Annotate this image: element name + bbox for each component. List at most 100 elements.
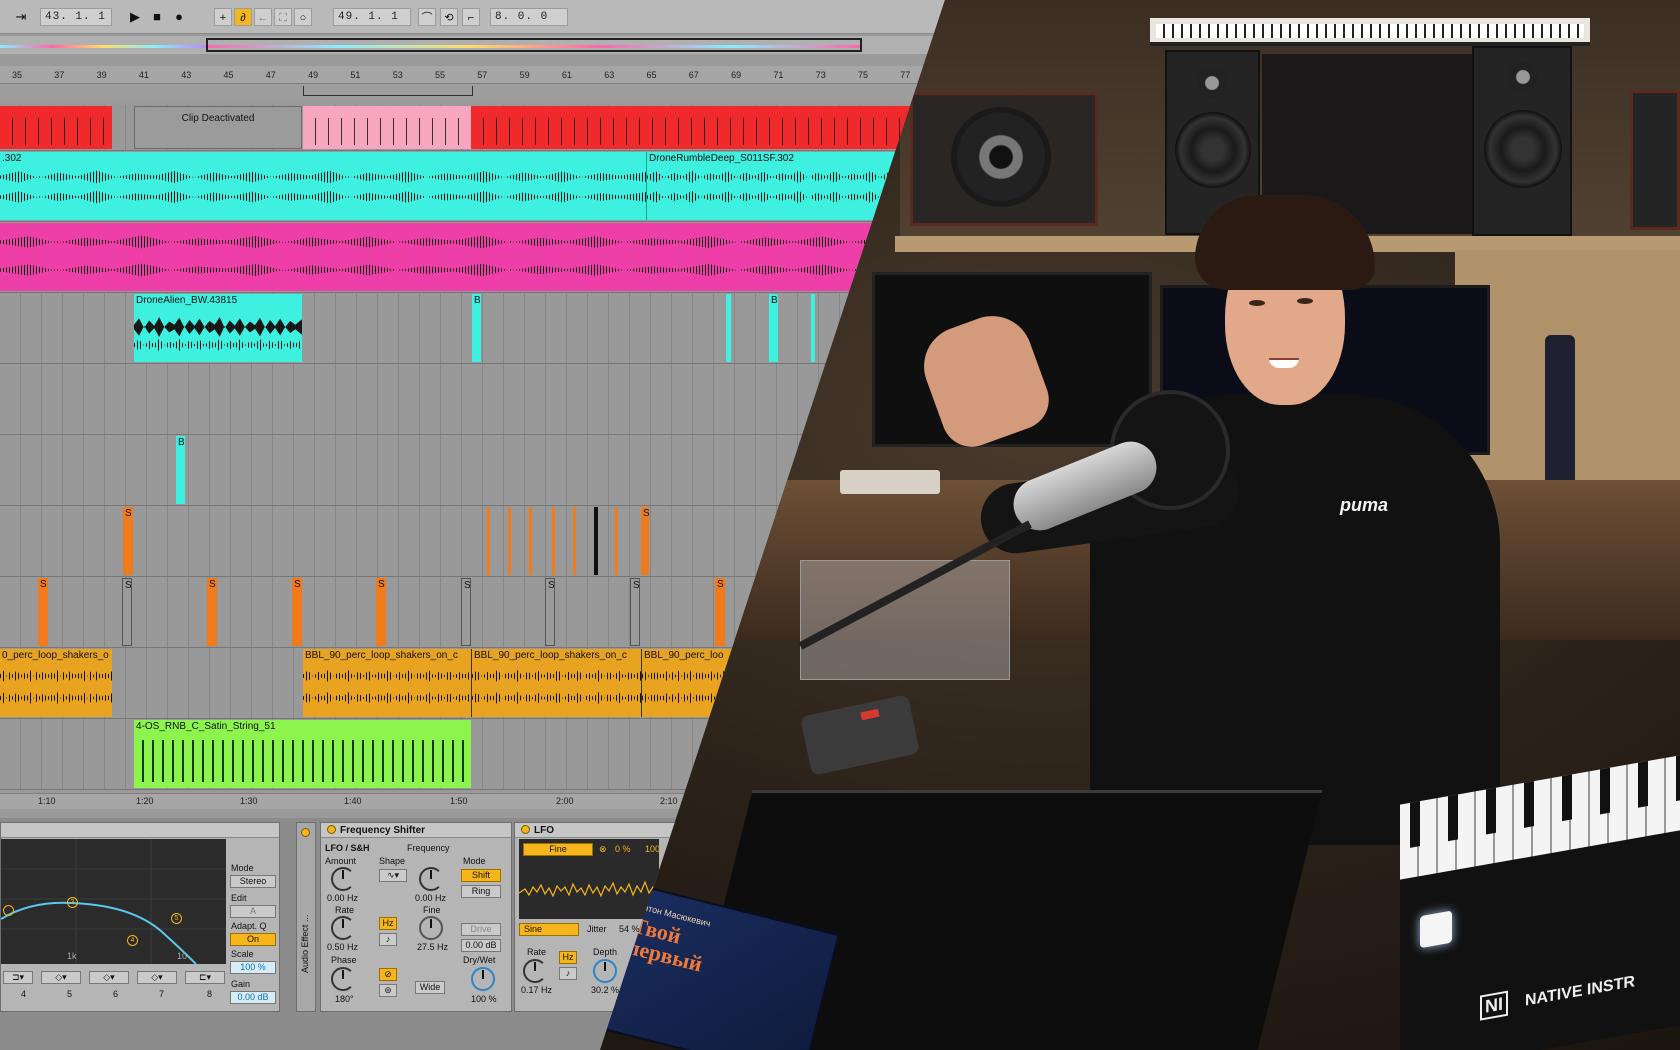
eq-band-dot[interactable]: 4 xyxy=(127,935,138,946)
audio-clip[interactable] xyxy=(529,507,532,575)
eq-display[interactable]: 3 4 5 1k 10 xyxy=(1,839,226,964)
beat-ruler[interactable]: 35 37 39 41 43 45 47 49 51 53 55 57 59 61 63 65 67 69 71 73… xyxy=(0,66,945,84)
audio-clip[interactable]: S xyxy=(123,507,133,575)
overview-strip[interactable] xyxy=(0,36,945,54)
audio-clip[interactable]: B xyxy=(472,294,481,362)
arrangement-position[interactable]: 43. 1. 1 xyxy=(40,8,112,26)
audio-clip[interactable]: B xyxy=(769,294,778,362)
amount-knob[interactable] xyxy=(331,867,355,891)
jitter-value[interactable]: 54 % xyxy=(619,924,640,934)
ruler-bar-number[interactable]: 73 xyxy=(816,70,826,80)
session-record-icon[interactable]: ○ xyxy=(294,8,312,26)
ruler-bar-number[interactable]: 47 xyxy=(266,70,276,80)
loop-switch-icon[interactable]: ⟲ xyxy=(440,8,458,26)
ruler-bar-number[interactable]: 69 xyxy=(731,70,741,80)
ruler-bar-number[interactable]: 45 xyxy=(224,70,234,80)
ruler-bar-number[interactable]: 51 xyxy=(350,70,360,80)
fine-knob[interactable] xyxy=(419,916,443,940)
midi-clip[interactable]: 4-OS_RNB_C_Satin_String_51 xyxy=(134,720,471,788)
ruler-bar-number[interactable]: 41 xyxy=(139,70,149,80)
band-number[interactable]: 8 xyxy=(207,989,212,999)
rack-power-icon[interactable] xyxy=(301,828,310,837)
ruler-bar-number[interactable]: 75 xyxy=(858,70,868,80)
shape-select[interactable]: ∿▾ xyxy=(379,869,407,882)
band-number[interactable]: 7 xyxy=(159,989,164,999)
spin-toggle[interactable]: ⊛ xyxy=(379,984,397,997)
drive-toggle[interactable]: Drive xyxy=(461,923,501,936)
play-icon[interactable]: ▶ xyxy=(126,8,144,26)
loop-length[interactable]: 8. 0. 0 xyxy=(490,8,568,26)
lfo-waveform-display[interactable]: Fine ⊗ 0 % 100 xyxy=(519,839,660,919)
device-power-icon[interactable] xyxy=(521,825,530,834)
ruler-bar-number[interactable]: 55 xyxy=(435,70,445,80)
rate-value[interactable]: 0.17 Hz xyxy=(521,985,552,995)
band-filter-select[interactable]: ◇▾ xyxy=(89,971,129,984)
rate-value[interactable]: 0.50 Hz xyxy=(327,942,358,952)
depth-knob[interactable] xyxy=(593,959,617,983)
drive-value[interactable]: 0.00 dB xyxy=(461,939,501,952)
drywet-value[interactable]: 100 % xyxy=(471,994,497,1004)
automation-arm-icon[interactable]: ∂ xyxy=(234,8,252,26)
band-filter-select[interactable]: ◇▾ xyxy=(137,971,177,984)
punch-out-icon[interactable]: ⌐ xyxy=(462,8,480,26)
deactivated-clip[interactable]: Clip Deactivated xyxy=(134,106,302,149)
audio-clip[interactable]: B xyxy=(176,436,185,504)
rate-knob[interactable] xyxy=(331,916,355,940)
eq-band-dot[interactable] xyxy=(3,905,14,916)
audio-clip[interactable] xyxy=(594,507,598,575)
audio-clip[interactable] xyxy=(0,223,945,291)
midi-clip[interactable] xyxy=(471,106,945,149)
audio-clip[interactable]: S xyxy=(715,578,725,646)
audio-clip[interactable]: DroneAlien_BW.43815 xyxy=(134,294,302,362)
band-filter-select[interactable]: ◇▾ xyxy=(41,971,81,984)
band-number[interactable]: 4 xyxy=(21,989,26,999)
punch-in-icon[interactable]: ⌒ xyxy=(418,8,436,26)
back-to-arrangement-icon[interactable]: ← xyxy=(254,8,272,26)
phase-knob[interactable] xyxy=(331,967,355,991)
phase-value[interactable]: 180° xyxy=(335,994,354,1004)
depth-value[interactable]: 30.2 % xyxy=(591,985,619,995)
shift-mode-button[interactable]: Shift xyxy=(461,869,501,882)
band-number[interactable]: 5 xyxy=(67,989,72,999)
audio-clip[interactable] xyxy=(615,507,618,575)
fine-value[interactable]: 27.5 Hz xyxy=(417,942,448,952)
ruler-bar-number[interactable]: 67 xyxy=(689,70,699,80)
rate-hz-toggle[interactable]: Hz xyxy=(379,917,397,930)
audio-clip[interactable] xyxy=(487,507,490,575)
audio-clip[interactable] xyxy=(811,294,815,362)
waveform-select[interactable]: Sine xyxy=(519,923,579,936)
ruler-bar-number[interactable]: 35 xyxy=(12,70,22,80)
drywet-knob[interactable] xyxy=(471,967,495,991)
ruler-bar-number[interactable]: 59 xyxy=(520,70,530,80)
phase-mode-toggle[interactable]: ⊘ xyxy=(379,968,397,981)
rate-sync-toggle[interactable]: ♪ xyxy=(379,933,397,946)
midi-clip[interactable] xyxy=(0,106,112,149)
audio-clip[interactable]: S xyxy=(207,578,217,646)
overdub-icon[interactable]: + xyxy=(214,8,232,26)
rate-sync-toggle[interactable]: ♪ xyxy=(559,967,577,980)
frequency-knob[interactable] xyxy=(419,867,443,891)
audio-clip[interactable]: 0_perc_loop_shakers_o xyxy=(0,649,112,717)
rate-hz-toggle[interactable]: Hz xyxy=(559,951,577,964)
ruler-bar-number[interactable]: 37 xyxy=(54,70,64,80)
eq-band-dot[interactable]: 3 xyxy=(67,897,78,908)
ruler-bar-number[interactable]: 63 xyxy=(604,70,614,80)
audio-clip[interactable]: S xyxy=(641,507,649,575)
ruler-bar-number[interactable]: 65 xyxy=(647,70,657,80)
audio-clip[interactable]: S xyxy=(461,578,471,646)
loop-brace[interactable] xyxy=(303,86,473,96)
band-filter-select[interactable]: ⊏▾ xyxy=(185,971,225,984)
audio-clip[interactable] xyxy=(573,507,576,575)
frequency-value[interactable]: 0.00 Hz xyxy=(415,893,446,903)
audio-clip[interactable] xyxy=(726,294,731,362)
ring-mode-button[interactable]: Ring xyxy=(461,885,501,898)
wide-toggle[interactable]: Wide xyxy=(415,981,445,994)
audio-clip[interactable]: S xyxy=(38,578,48,646)
midi-clip[interactable] xyxy=(303,106,471,149)
audio-clip[interactable]: BBL_90_perc_loop_shakers_on_c xyxy=(471,649,641,717)
ruler-bar-number[interactable]: 57 xyxy=(477,70,487,80)
audio-effect-rack-strip[interactable]: Audio Effect ... xyxy=(296,822,316,1012)
rate-knob[interactable] xyxy=(523,959,547,983)
adapt-q-toggle[interactable]: On xyxy=(230,933,276,946)
loop-bar[interactable] xyxy=(0,84,945,100)
